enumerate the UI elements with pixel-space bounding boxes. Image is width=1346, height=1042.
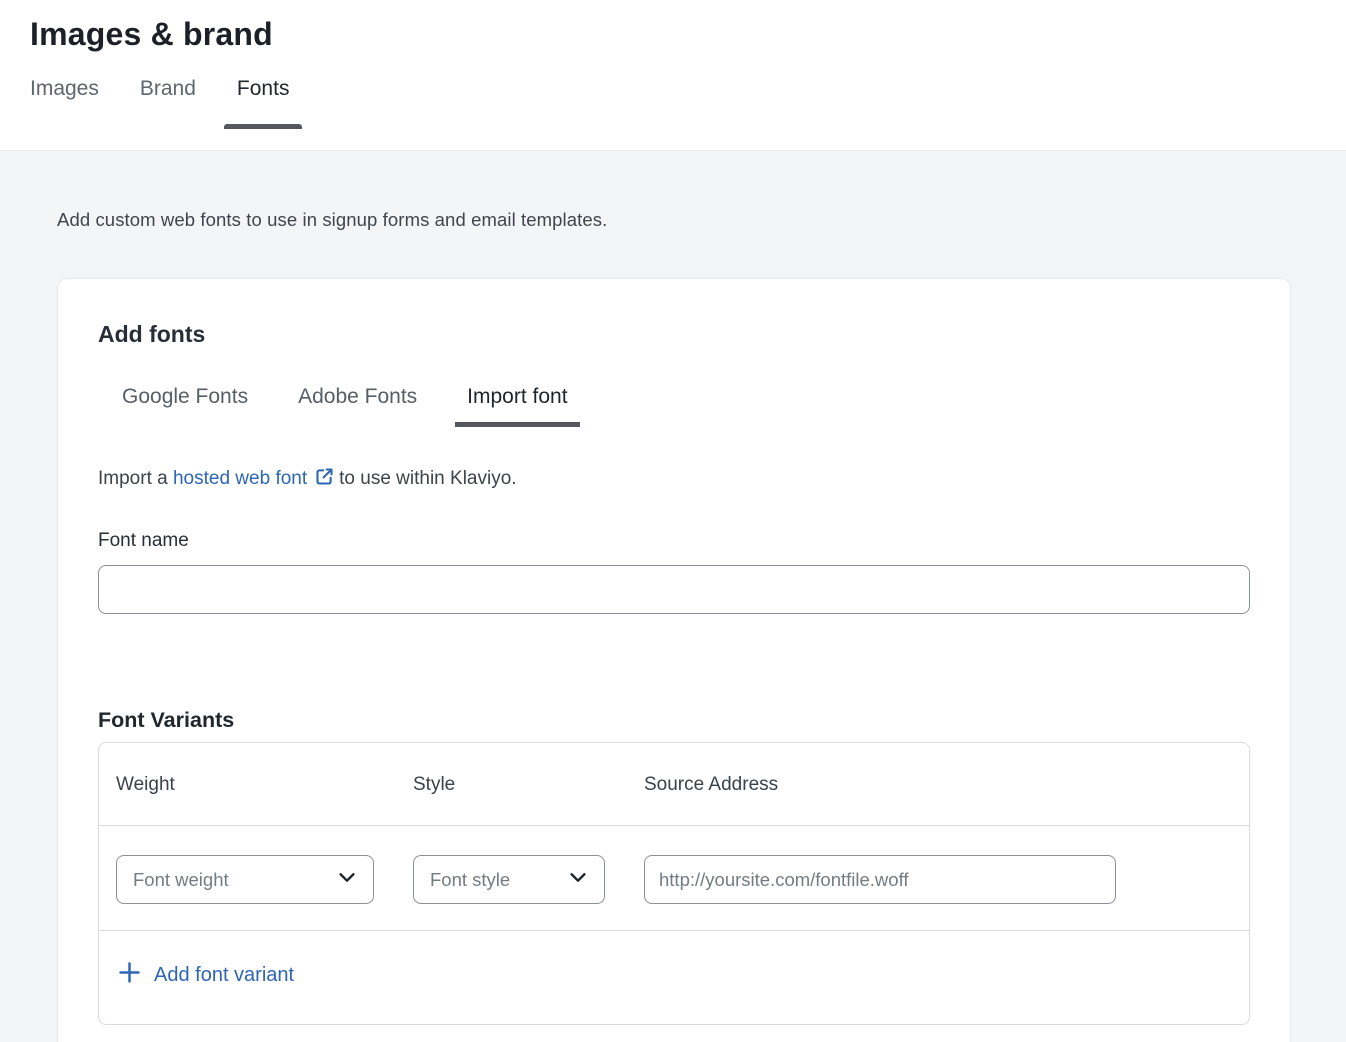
- tab-fonts[interactable]: Fonts: [237, 77, 290, 129]
- font-variants-title: Font Variants: [98, 708, 1250, 733]
- card-tab-bar: Google Fonts Adobe Fonts Import font: [110, 385, 1250, 427]
- page-description: Add custom web fonts to use in signup fo…: [57, 209, 1291, 231]
- font-variants-table: Weight Style Source Address Font weight …: [98, 742, 1250, 1025]
- font-name-label: Font name: [98, 530, 1250, 552]
- chevron-down-icon: [336, 866, 358, 893]
- font-weight-select-value: Font weight: [133, 869, 229, 891]
- chevron-down-icon: [567, 866, 589, 893]
- add-fonts-card: Add fonts Google Fonts Adobe Fonts Impor…: [57, 278, 1291, 1042]
- variants-header-row: Weight Style Source Address: [99, 743, 1249, 825]
- tab-images[interactable]: Images: [30, 77, 99, 129]
- plus-icon: [116, 959, 143, 992]
- font-name-input[interactable]: [98, 565, 1250, 614]
- variant-row: Font weight Font style: [99, 825, 1249, 930]
- page-tab-bar: Images Brand Fonts: [30, 77, 1316, 129]
- source-address-input[interactable]: [644, 855, 1116, 904]
- card-title: Add fonts: [98, 321, 1250, 348]
- font-weight-select[interactable]: Font weight: [116, 855, 374, 904]
- intro-prefix: Import a: [98, 468, 168, 489]
- column-header-source-address: Source Address: [627, 774, 1249, 796]
- import-intro-text: Import a hosted web font to use within Kl…: [98, 466, 1250, 493]
- font-style-select-value: Font style: [430, 869, 510, 891]
- hosted-web-font-link[interactable]: hosted web font: [173, 468, 307, 489]
- page-body: Add custom web fonts to use in signup fo…: [0, 151, 1346, 1042]
- add-font-variant-button[interactable]: Add font variant: [116, 959, 294, 992]
- column-header-style: Style: [396, 774, 627, 796]
- tab-adobe-fonts[interactable]: Adobe Fonts: [286, 385, 429, 427]
- external-link-icon[interactable]: [314, 466, 335, 493]
- intro-suffix: to use within Klaviyo.: [339, 468, 516, 489]
- tab-import-font[interactable]: Import font: [455, 385, 579, 427]
- tab-google-fonts[interactable]: Google Fonts: [110, 385, 260, 427]
- font-style-select[interactable]: Font style: [413, 855, 605, 904]
- column-header-weight: Weight: [99, 774, 396, 796]
- tab-brand[interactable]: Brand: [140, 77, 196, 129]
- variants-footer-row: Add font variant: [99, 930, 1249, 1024]
- page-title: Images & brand: [30, 16, 1316, 53]
- page-header: Images & brand Images Brand Fonts: [0, 0, 1346, 151]
- add-font-variant-label: Add font variant: [154, 964, 294, 987]
